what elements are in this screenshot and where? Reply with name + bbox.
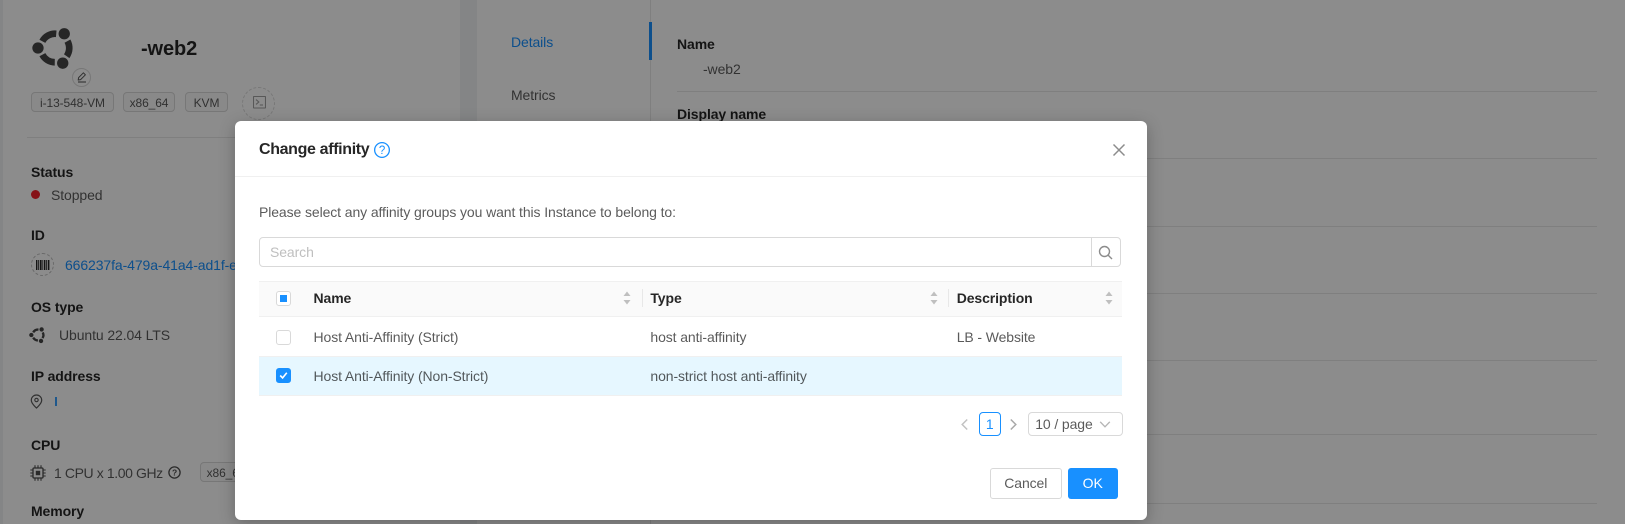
svg-text:?: ? (379, 145, 385, 157)
